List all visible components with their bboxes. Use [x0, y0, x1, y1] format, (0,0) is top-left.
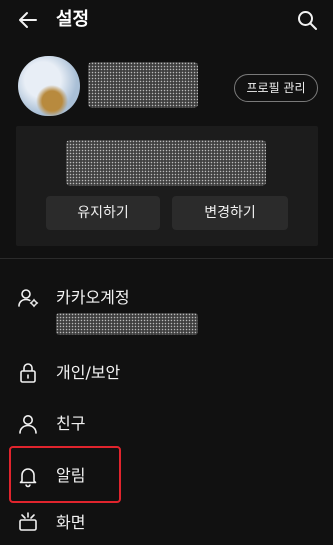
profile-name-redacted	[88, 62, 198, 108]
highlight-box	[9, 446, 121, 503]
card-text-redacted	[66, 140, 266, 186]
menu-label: 개인/보안	[56, 363, 121, 382]
profile-avatar[interactable]	[18, 56, 80, 116]
display-icon	[19, 512, 37, 531]
change-button[interactable]: 변경하기	[172, 196, 288, 230]
section-divider	[0, 258, 333, 259]
lock-icon	[20, 363, 36, 383]
account-email-redacted	[56, 313, 198, 335]
back-arrow-icon[interactable]	[16, 8, 40, 32]
account-icon	[18, 289, 39, 308]
keep-button[interactable]: 유지하기	[46, 196, 160, 230]
top-bar: 설정	[0, 0, 333, 44]
page-title: 설정	[56, 9, 90, 30]
menu-item-privacy-security[interactable]: 개인/보안	[0, 352, 333, 392]
menu-item-display[interactable]: 화면	[0, 505, 333, 545]
menu-label: 친구	[56, 414, 86, 433]
profile-manage-button[interactable]: 프로필 관리	[234, 74, 318, 102]
person-icon	[19, 415, 37, 434]
search-icon[interactable]	[295, 8, 319, 32]
menu-label: 화면	[56, 513, 86, 532]
menu-label: 카카오계정	[56, 288, 130, 307]
menu-item-friends[interactable]: 친구	[0, 403, 333, 443]
